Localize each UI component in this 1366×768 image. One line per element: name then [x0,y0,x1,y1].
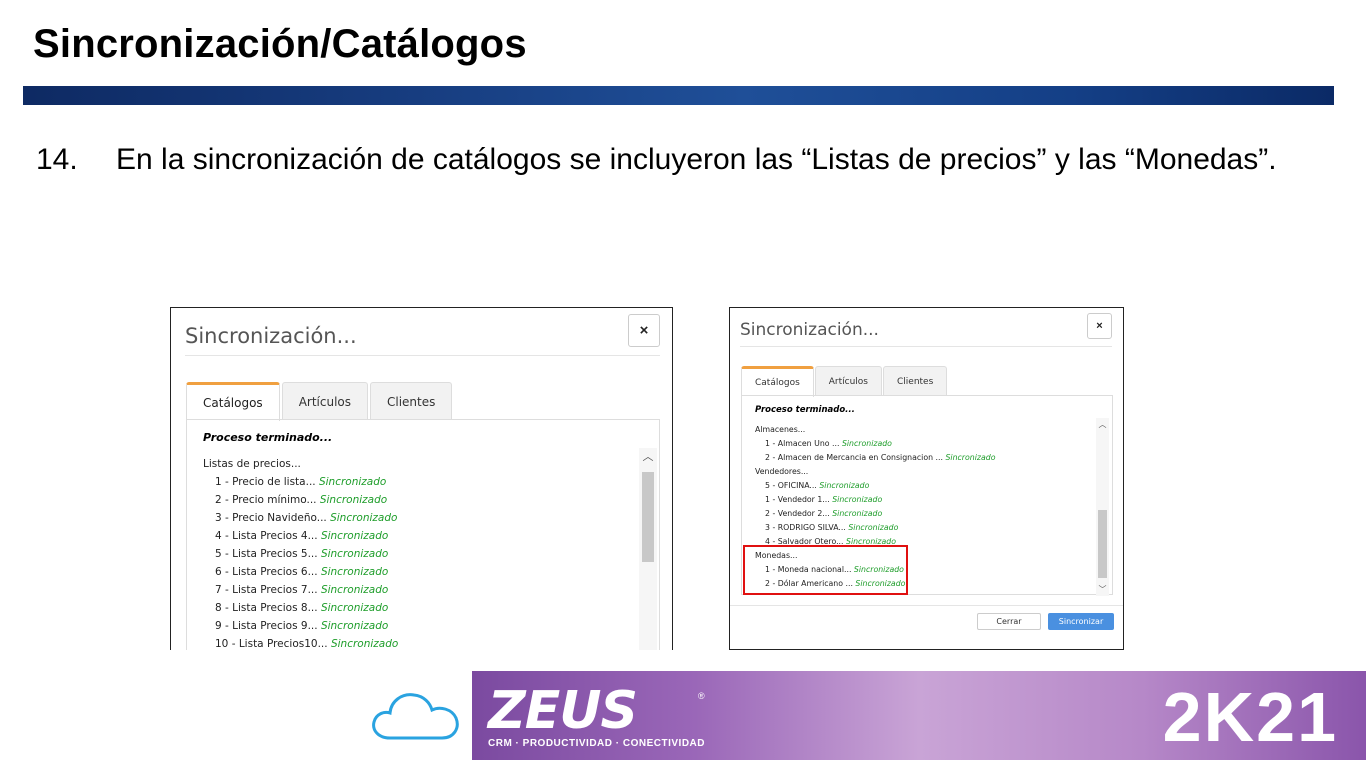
sync-status: Sincronizado [320,620,389,632]
item-label: 2 - Almacen de Mercancia en Consignacion… [765,453,943,462]
tab-catalogos[interactable]: Catálogos [741,366,814,397]
group-label: Almacenes... [755,425,806,434]
sync-status: Sincronizado [848,523,899,532]
title-separator [740,346,1112,347]
title-separator [185,355,660,356]
bullet-number: 14. [36,143,78,176]
item-label: 1 - Precio de lista... [215,476,316,488]
sync-status: Sincronizado [320,566,389,578]
item-label: 2 - Vendedor 2... [765,509,830,518]
list-item: 1 - Precio de lista... Sincronizado [203,473,398,491]
sync-status: Sincronizado [330,512,398,524]
tab-clientes[interactable]: Clientes [370,382,453,420]
zeus-banner: ZEUS ® CRM · PRODUCTIVIDAD · CONECTIVIDA… [472,671,1366,760]
sync-status: Sincronizado [319,494,388,506]
list-item: 2 - Vendedor 2... Sincronizado [755,507,995,521]
close-button[interactable]: × [628,314,660,347]
item-label: 3 - Precio Navideño... [215,512,327,524]
list-item: 6 - Lista Precios 6... Sincronizado [203,563,398,581]
list-item: 8 - Lista Precios 8... Sincronizado [203,599,398,617]
close-icon: × [1096,320,1103,332]
dialog-title: Sincronización... [185,324,357,348]
sync-dialog-screenshot-right: Sincronización... × Catálogos Artículos … [729,307,1124,650]
process-status: Proceso terminado... [203,431,333,444]
sync-status: Sincronizado [318,476,387,488]
scroll-up-icon[interactable]: ︿ [1096,418,1109,431]
list-item: 5 - Lista Precios 5... Sincronizado [203,545,398,563]
zeus-tagline: CRM · PRODUCTIVIDAD · CONECTIVIDAD [488,738,705,749]
tab-catalogos[interactable]: Catálogos [186,382,280,421]
list-item: 3 - Precio Navideño... Sincronizado [203,509,398,527]
list-item: 5 - OFICINA... Sincronizado [755,479,995,493]
sync-status: Sincronizado [330,638,399,650]
edition-label: 2K21 [1162,678,1338,756]
list-item: 2 - Precio mínimo... Sincronizado [203,491,398,509]
sync-status: Sincronizado [832,509,883,518]
sync-status: Sincronizado [945,453,996,462]
sync-dialog-screenshot-left: Sincronización... × Catálogos Artículos … [170,307,673,650]
item-label: 7 - Lista Precios 7... [215,584,318,596]
list-item: 1 - Vendedor 1... Sincronizado [755,493,995,507]
sync-status: Sincronizado [320,530,389,542]
process-status: Proceso terminado... [755,405,855,415]
list-item: 9 - Lista Precios 9... Sincronizado [203,617,398,635]
scrollbar[interactable]: ︿ [639,448,657,650]
sync-status: Sincronizado [819,481,870,490]
list-item: 1 - Almacen Uno ... Sincronizado [755,437,995,451]
tab-bar: Catálogos Artículos Clientes [186,382,454,421]
cloud-icon [372,693,459,740]
sync-status: Sincronizado [832,495,883,504]
dialog-title: Sincronización... [740,320,879,340]
item-label: 10 - Lista Precios10... [215,638,328,650]
slide-title: Sincronización/Catálogos [33,22,527,66]
close-icon: × [639,322,649,339]
close-button[interactable]: × [1087,313,1112,339]
tab-articulos[interactable]: Artículos [814,366,882,396]
monedas-highlight-box [743,545,908,595]
sync-status: Sincronizado [320,548,389,560]
item-label: 1 - Vendedor 1... [765,495,830,504]
bullet-text: En la sincronización de catálogos se inc… [116,143,1277,176]
tab-clientes[interactable]: Clientes [883,366,948,396]
item-label: 2 - Precio mínimo... [215,494,317,506]
sync-status: Sincronizado [320,602,389,614]
scrollbar[interactable]: ︿ ﹀ [1096,418,1109,596]
sync-log: Listas de precios... 1 - Precio de lista… [203,455,398,650]
group-label: Vendedores... [755,467,809,476]
scroll-up-icon[interactable]: ︿ [639,448,657,466]
list-item: 7 - Lista Precios 7... Sincronizado [203,581,398,599]
item-label: 4 - Lista Precios 4... [215,530,318,542]
list-item: 4 - Lista Precios 4... Sincronizado [203,527,398,545]
sync-status: Sincronizado [320,584,389,596]
item-label: 1 - Almacen Uno ... [765,439,840,448]
footer-separator [730,605,1123,606]
tab-articulos[interactable]: Artículos [281,382,368,420]
item-label: 9 - Lista Precios 9... [215,620,318,632]
list-item: 10 - Lista Precios10... Sincronizado [203,635,398,650]
group-label: Listas de precios... [203,458,301,470]
tab-panel: Proceso terminado... Listas de precios..… [186,419,660,650]
list-item: 2 - Almacen de Mercancia en Consignacion… [755,451,995,465]
registered-mark: ® [698,691,705,701]
item-label: 3 - RODRIGO SILVA... [765,523,846,532]
item-label: 5 - OFICINA... [765,481,817,490]
sincronizar-button[interactable]: Sincronizar [1048,613,1114,630]
scroll-down-icon[interactable]: ﹀ [1096,583,1109,596]
title-bar [23,86,1334,105]
scroll-thumb[interactable] [642,472,654,562]
item-label: 5 - Lista Precios 5... [215,548,318,560]
item-label: 8 - Lista Precios 8... [215,602,318,614]
scroll-thumb[interactable] [1098,510,1107,578]
sync-status: Sincronizado [841,439,892,448]
tab-bar: Catálogos Artículos Clientes [741,366,948,397]
zeus-logo: ZEUS [488,681,638,741]
cerrar-button[interactable]: Cerrar [977,613,1041,630]
item-label: 6 - Lista Precios 6... [215,566,318,578]
list-item: 3 - RODRIGO SILVA... Sincronizado [755,521,995,535]
